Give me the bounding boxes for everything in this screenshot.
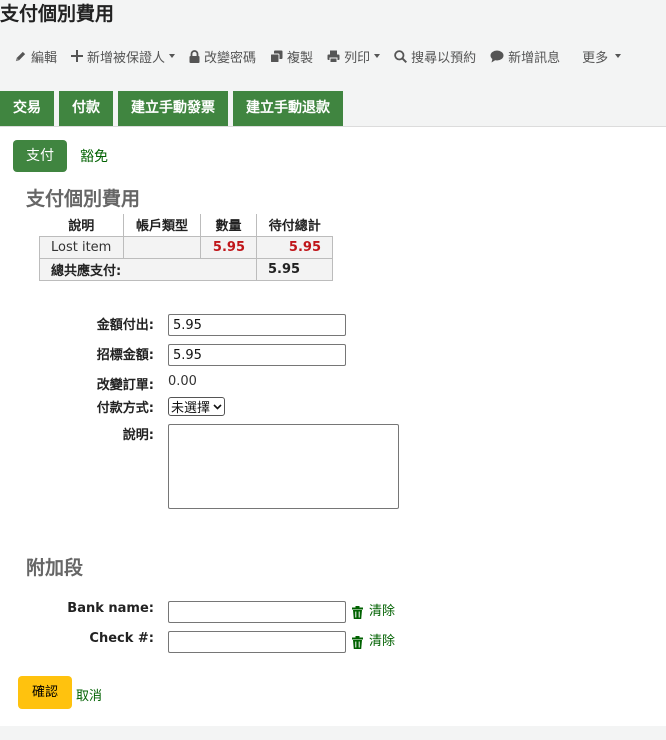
print-label: 列印 [344, 50, 371, 66]
fees-table: 說明 帳戶類型 數量 待付總計 Lost item 5.95 5.95 總共應支… [39, 214, 333, 281]
chevron-down-icon [169, 54, 176, 58]
patron-toolbar: 編輯 新增被保證人 改變密碼 複製 列印 搜尋以預約 新增訊息 更多 [14, 44, 635, 68]
change-row: 改變訂單: 0.00 [0, 374, 197, 393]
column-header-amount: 數量 [200, 214, 257, 237]
tab-create-manual-invoice[interactable]: 建立手動發票 [118, 91, 228, 126]
add-guarantee-button[interactable]: 新增被保證人 [71, 47, 176, 66]
bank-name-row: Bank name: 清除 [0, 601, 395, 623]
clear-label: 清除 [369, 634, 396, 649]
writeoff-subtab[interactable]: 豁免 [80, 146, 108, 166]
total-label: 總共應支付: [39, 257, 257, 281]
amount-paid-label: 金額付出: [96, 318, 154, 333]
amount-tendered-row: 招標金額: [0, 344, 346, 366]
check-number-row: Check #: 清除 [0, 631, 395, 653]
check-number-input[interactable] [168, 631, 346, 653]
column-header-outstanding: 待付總計 [256, 214, 333, 237]
edit-button[interactable]: 編輯 [14, 47, 57, 66]
total-value: 5.95 [256, 257, 333, 281]
payment-type-selected: 未選擇 [171, 401, 211, 416]
change-password-button[interactable]: 改變密碼 [189, 47, 256, 66]
amount-paid-input[interactable] [168, 314, 346, 336]
account-tabs: 交易 付款 建立手動發票 建立手動退款 [0, 91, 348, 126]
note-label: 說明: [122, 428, 154, 443]
table-header-row: 說明 帳戶類型 數量 待付總計 [39, 214, 333, 237]
more-button[interactable]: 更多 [582, 47, 622, 66]
extra-section-title: 附加段 [26, 557, 84, 579]
clear-label: 清除 [369, 604, 396, 619]
amount-tendered-label: 招標金額: [96, 348, 154, 363]
search-to-hold-label: 搜尋以預約 [411, 50, 477, 66]
plus-icon [71, 50, 84, 62]
add-message-button[interactable]: 新增訊息 [490, 47, 560, 66]
column-header-description: 說明 [39, 214, 124, 237]
pay-subtab[interactable]: 支付 [13, 140, 67, 172]
add-guarantee-label: 新增被保證人 [87, 50, 166, 66]
payment-panel: 支付 豁免 支付個別費用 說明 帳戶類型 數量 待付總計 Lost item 5… [0, 126, 666, 726]
search-to-hold-button[interactable]: 搜尋以預約 [394, 47, 476, 66]
check-number-label: Check #: [89, 631, 154, 646]
amount-paid-row: 金額付出: [0, 314, 346, 336]
lock-icon [189, 49, 200, 63]
change-label: 改變訂單: [96, 378, 154, 393]
add-message-label: 新增訊息 [508, 50, 561, 66]
confirm-button[interactable]: 確認 [18, 676, 73, 709]
table-row: Lost item 5.95 5.95 [39, 235, 333, 259]
tab-create-manual-credit[interactable]: 建立手動退款 [233, 91, 343, 126]
search-icon [394, 49, 408, 63]
pay-subtabs: 支付 豁免 [13, 140, 108, 172]
more-label: 更多 [582, 50, 609, 66]
amount-tendered-input[interactable] [168, 344, 346, 366]
comment-icon [490, 50, 504, 62]
column-header-account-type: 帳戶類型 [123, 214, 201, 237]
fee-amount: 5.95 [200, 235, 257, 259]
bank-name-label: Bank name: [67, 601, 154, 616]
fee-outstanding: 5.95 [256, 235, 333, 259]
payment-type-row: 付款方式: 未選擇 [0, 397, 226, 416]
note-textarea[interactable] [168, 424, 399, 509]
cancel-link[interactable]: 取消 [76, 685, 102, 704]
duplicate-label: 複製 [287, 50, 314, 66]
change-value: 0.00 [168, 374, 197, 389]
fee-account-type [123, 235, 201, 259]
print-button[interactable]: 列印 [327, 47, 381, 66]
chevron-down-icon [374, 54, 381, 58]
duplicate-button[interactable]: 複製 [270, 47, 313, 66]
printer-icon [327, 50, 340, 63]
change-password-label: 改變密碼 [204, 50, 257, 66]
copy-icon [270, 50, 283, 63]
trash-icon [352, 635, 363, 649]
clear-bank-name-link[interactable]: 清除 [352, 601, 395, 623]
page-title: 支付個別費用 [0, 3, 115, 25]
edit-label: 編輯 [31, 50, 58, 66]
trash-icon [352, 605, 363, 619]
tab-make-payment[interactable]: 付款 [59, 91, 113, 126]
pencil-icon [15, 51, 26, 61]
total-row: 總共應支付: 5.95 [39, 257, 333, 281]
chevron-down-icon [213, 403, 222, 410]
note-row: 說明: [0, 424, 399, 509]
fees-section-title: 支付個別費用 [26, 188, 141, 210]
payment-type-select[interactable]: 未選擇 [168, 397, 226, 416]
tab-transactions[interactable]: 交易 [0, 91, 54, 126]
chevron-down-icon [615, 54, 622, 58]
fee-description: Lost item [39, 235, 124, 259]
payment-type-label: 付款方式: [96, 401, 154, 416]
clear-check-number-link[interactable]: 清除 [352, 631, 395, 653]
bank-name-input[interactable] [168, 601, 346, 623]
